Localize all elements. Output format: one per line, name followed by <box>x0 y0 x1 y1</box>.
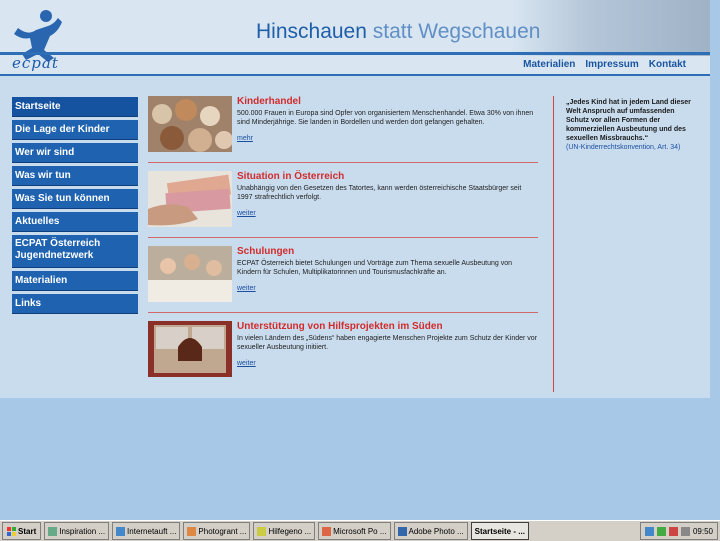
volume-icon[interactable] <box>680 526 690 536</box>
girl-window-image[interactable] <box>148 321 232 377</box>
network-icon[interactable] <box>644 526 654 536</box>
browser-page: ecpat Hinschauen statt Wegschauen Materi… <box>0 0 710 398</box>
sidebar-item-was-sie-tun[interactable]: Was Sie tun können <box>12 189 138 209</box>
logo-text: ecpat <box>12 54 59 72</box>
sidebar-item-jugendnetzwerk[interactable]: ECPAT Österreich Jugendnetzwerk <box>12 235 138 268</box>
article-body: In vielen Ländern des „Südens“ haben eng… <box>237 335 538 351</box>
quote-box: „Jedes Kind hat in jedem Land dieser Wel… <box>566 98 698 152</box>
taskbar-item-hilfegeno[interactable]: Hilfegeno ... <box>253 522 316 540</box>
sidebar-item-links[interactable]: Links <box>12 294 138 314</box>
sidebar-item-startseite[interactable]: Startseite <box>12 97 138 117</box>
app-icon <box>322 526 332 536</box>
topnav-materialien[interactable]: Materialien <box>523 59 575 70</box>
column-divider <box>553 96 554 392</box>
sidebar-nav: Startseite Die Lage der Kinder Wer wir s… <box>12 97 138 317</box>
article-more-link[interactable]: weiter <box>237 360 256 367</box>
topnav-impressum[interactable]: Impressum <box>585 59 638 70</box>
start-label: Start <box>18 526 37 536</box>
app-icon <box>397 526 407 536</box>
article-kinderhandel: Kinderhandel 500.000 Frauen in Europa si… <box>148 96 538 163</box>
article-title: Unterstützung von Hilfsprojekten im Süde… <box>237 321 443 332</box>
article-more-link[interactable]: mehr <box>237 135 253 142</box>
workshop-photo-image[interactable] <box>148 246 232 302</box>
taskbar-item-internet[interactable]: Internetauft ... <box>112 522 181 540</box>
teddy-bears-image[interactable] <box>148 96 232 152</box>
article-more-link[interactable]: weiter <box>237 285 256 292</box>
article-situation: Situation in Österreich Unabhängig von d… <box>148 171 538 238</box>
article-body: 500.000 Frauen in Europa sind Opfer von … <box>237 110 534 126</box>
taskbar-item-startseite[interactable]: Startseite - ... <box>470 522 529 540</box>
site-title: Hinschauen statt Wegschauen <box>256 20 540 44</box>
system-tray: 09:50 <box>639 522 718 540</box>
site-title-main: Hinschauen <box>256 20 367 43</box>
quote-text: „Jedes Kind hat in jedem Land dieser Wel… <box>566 99 691 142</box>
app-icon <box>48 526 58 536</box>
article-body: ECPAT Österreich bietet Schulungen und V… <box>237 260 512 276</box>
sidebar-item-aktuelles[interactable]: Aktuelles <box>12 212 138 232</box>
article-title: Schulungen <box>237 246 295 257</box>
site-title-sub: statt Wegschauen <box>372 20 541 43</box>
main-content: Kinderhandel 500.000 Frauen in Europa si… <box>148 96 538 395</box>
top-navigation: Materialien Impressum Kontakt <box>523 59 686 70</box>
taskbar-item-powerpoint[interactable]: Microsoft Po ... <box>318 522 391 540</box>
article-hilfsprojekte: Unterstützung von Hilfsprojekten im Süde… <box>148 321 538 387</box>
antivirus-icon[interactable] <box>668 526 678 536</box>
article-schulungen: Schulungen ECPAT Österreich bietet Schul… <box>148 246 538 313</box>
sidebar-item-wer-wir-sind[interactable]: Wer wir sind <box>12 143 138 163</box>
taskbar-item-inspiration[interactable]: Inspiration ... <box>44 522 110 540</box>
sidebar-item-was-wir-tun[interactable]: Was wir tun <box>12 166 138 186</box>
start-button[interactable]: Start <box>2 522 42 540</box>
folder-icon <box>257 526 267 536</box>
windows-logo-icon <box>7 526 16 536</box>
tray-app-icon[interactable] <box>656 526 666 536</box>
taskbar-item-photoshop[interactable]: Adobe Photo ... <box>393 522 468 540</box>
site-header: ecpat Hinschauen statt Wegschauen Materi… <box>0 0 710 76</box>
app-icon <box>116 526 126 536</box>
app-icon <box>187 526 197 536</box>
header-divider <box>0 52 710 55</box>
quote-source: (UN-Kinderrechtskonvention, Art. 34) <box>566 144 681 151</box>
article-title: Kinderhandel <box>237 96 301 107</box>
money-hand-image[interactable] <box>148 171 232 227</box>
article-title: Situation in Österreich <box>237 171 345 182</box>
taskbar-item-photogrant[interactable]: Photogrant ... <box>183 522 251 540</box>
topnav-kontakt[interactable]: Kontakt <box>649 59 686 70</box>
sidebar-item-materialien[interactable]: Materialien <box>12 271 138 291</box>
clock[interactable]: 09:50 <box>693 527 713 536</box>
sidebar-item-lage[interactable]: Die Lage der Kinder <box>12 120 138 140</box>
article-body: Unabhängig von den Gesetzen des Tatortes… <box>237 185 522 201</box>
article-more-link[interactable]: weiter <box>237 210 256 217</box>
nav-divider <box>0 74 710 76</box>
taskbar: Start Inspiration ... Internetauft ... P… <box>0 520 720 541</box>
